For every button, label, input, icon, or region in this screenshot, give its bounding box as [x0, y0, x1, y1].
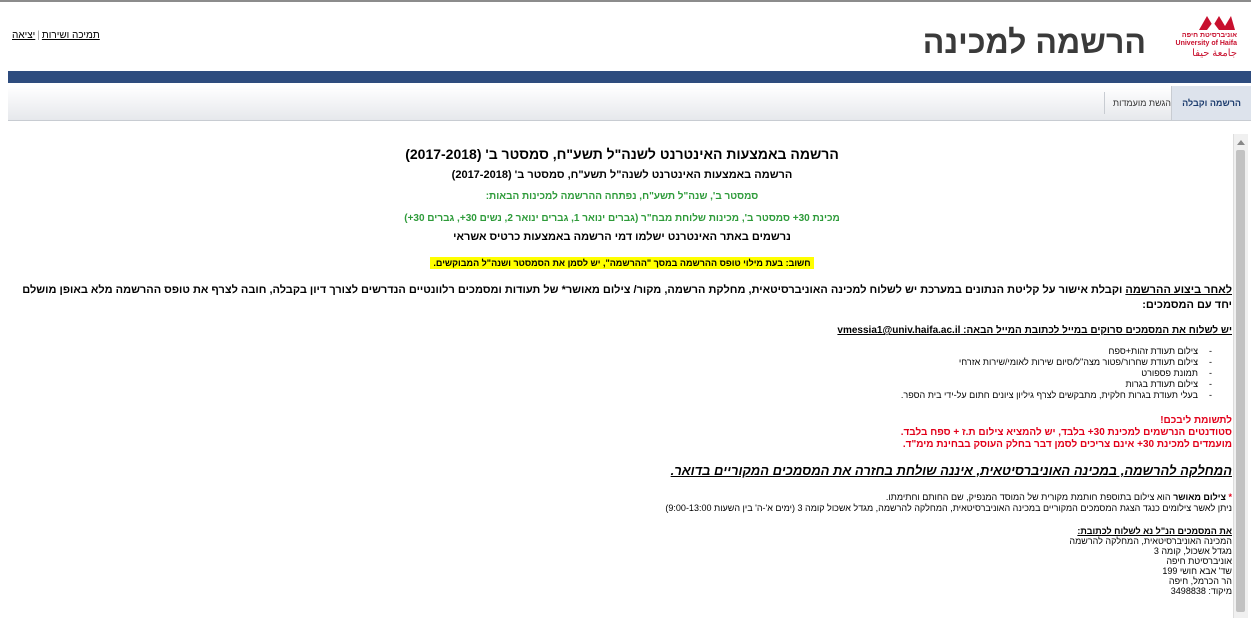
footnote-line: * צילום מאושר הוא צילום בתוספת חותמת מקו…	[12, 492, 1232, 503]
attention-block: לתשומת ליבכם! סטודנטים הנרשמים למכינת 30…	[12, 415, 1232, 451]
address-line: הר הכרמל, חיפה	[1168, 576, 1232, 586]
scroll-thumb[interactable]	[1236, 150, 1245, 612]
attention-title: לתשומת ליבכם!	[1160, 415, 1232, 426]
vertical-scrollbar[interactable]	[1233, 134, 1248, 618]
list-item: צילום תעודת שחרור/פטור מצה"ל/סיום שירות …	[12, 357, 1212, 368]
instructions-underlined: לאחר ביצוע ההרשמה	[1125, 284, 1232, 296]
instructions-text: וקבלת אישור על קליטת הנתונים במערכת יש ל…	[22, 284, 1232, 311]
list-item: בעלי תעודת בגרות חלקית, מתבקשים לצרף גיל…	[12, 390, 1212, 401]
scroll-up-arrow-icon[interactable]	[1237, 140, 1245, 145]
originals-notice: המחלקה להרשמה, במכינה האוניברסיטאית, אינ…	[670, 463, 1232, 478]
link-separator: |	[37, 30, 40, 41]
sub-heading: הרשמה באמצעות האינטרנט לשנה"ל תשע"ח, סמס…	[451, 169, 793, 181]
programs-notice: מכינת 30+ סמסטר ב', מכינות שלוחת מבח"ר (…	[404, 213, 840, 224]
semester-notice: סמסטר ב', שנה"ל תשע"ח, נפתחה ההרשמה למכי…	[485, 191, 759, 202]
page-title: הרשמה למכינה	[922, 24, 1146, 60]
list-item: צילום תעודת בגרות	[12, 379, 1212, 390]
address-line: מגדל אשכול, קומה 3	[1153, 546, 1232, 556]
attention-line: מועמדים למכינת 30+ אינם צריכים לסמן דבר …	[902, 439, 1232, 450]
logo-mark-icon	[1199, 16, 1235, 30]
main-content: הרשמה באמצעות האינטרנט לשנה"ל תשע"ח, סמס…	[12, 134, 1232, 618]
documents-list: צילום תעודת זהות+ספח צילום תעודת שחרור/פ…	[12, 346, 1232, 401]
footnote-definition: הוא צילום בתוספת חותמת מקורית של המוסד ה…	[885, 492, 1174, 502]
exit-link[interactable]: יציאה	[12, 30, 35, 41]
address-title: את המסמכים הנ"ל נא לשלוח לכתובת:	[1077, 526, 1232, 536]
list-item: תמונת פספורט	[12, 368, 1212, 379]
main-heading: הרשמה באמצעות האינטרנט לשנה"ל תשע"ח, סמס…	[405, 146, 839, 162]
warning-highlight: חשוב: בעת מילוי טופס ההרשמה במסך "ההרשמה…	[430, 257, 814, 269]
address-line: שד' אבא חושי 199	[1162, 566, 1232, 576]
tab-bar: הרשמה וקבלה הגשת מועמדות	[8, 86, 1251, 121]
email-instruction: יש לשלוח את המסמכים סרוקים במייל לכתובת …	[837, 325, 1232, 336]
address-line: מיקוד: 3498838	[1170, 586, 1232, 596]
footnote-star: *	[1228, 492, 1232, 502]
top-links: תמיכה ושירות|יציאה	[12, 30, 100, 41]
footnote: * צילום מאושר הוא צילום בתוספת חותמת מקו…	[12, 492, 1232, 514]
logo-arabic: جامعة حيفا	[1192, 48, 1237, 59]
university-logo: אוניברסיטת חיפה University of Haifa جامع…	[1171, 12, 1237, 70]
footnote-hours: ניתן לאשר צילומים כנגד הצגת המסמכים המקו…	[665, 503, 1232, 513]
logo-english: University of Haifa	[1175, 40, 1237, 47]
payment-notice: נרשמים באתר האינטרנט ישלמו דמי הרשמה באמ…	[453, 231, 791, 243]
logo-hebrew: אוניברסיטת חיפה	[1181, 32, 1237, 39]
header-bar	[8, 71, 1251, 83]
tab-application[interactable]: הגשת מועמדות	[1103, 92, 1179, 114]
mailing-address: את המסמכים הנ"ל נא לשלוח לכתובת: המכינה …	[12, 526, 1232, 596]
attention-line: סטודנטים הנרשמים למכינת 30+ בלבד, יש להמ…	[900, 427, 1232, 438]
support-link[interactable]: תמיכה ושירות	[42, 30, 100, 41]
instructions-paragraph: לאחר ביצוע ההרשמה וקבלת אישור על קליטת ה…	[12, 283, 1232, 313]
important-warning: חשוב: בעת מילוי טופס ההרשמה במסך "ההרשמה…	[12, 257, 1232, 269]
list-item: צילום תעודת זהות+ספח	[12, 346, 1212, 357]
footnote-term: צילום מאושר	[1173, 492, 1226, 502]
page-header: תמיכה ושירות|יציאה הרשמה למכינה אוניברסי…	[0, 2, 1251, 72]
tab-registration[interactable]: הרשמה וקבלה	[1171, 86, 1251, 120]
address-line: אוניברסיטת חיפה	[1166, 556, 1232, 566]
address-line: המכינה האוניברסיטאית, המחלקה להרשמה	[1069, 536, 1232, 546]
